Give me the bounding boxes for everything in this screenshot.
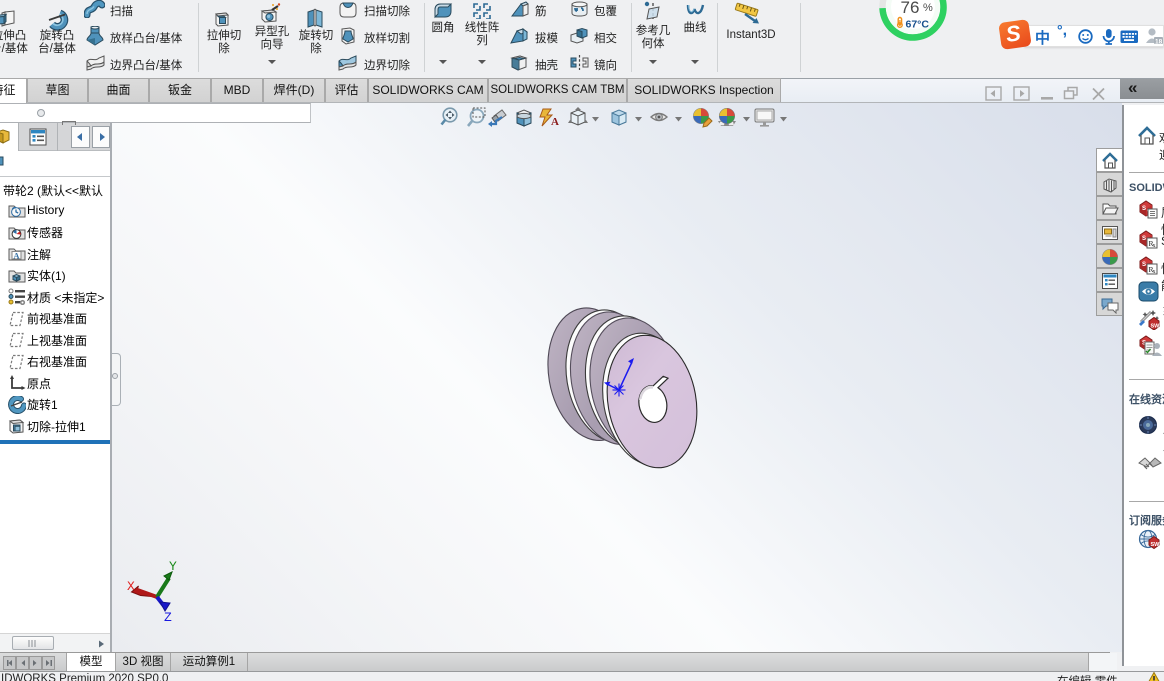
svg-text:%: % [923,2,933,14]
svg-text:Z: Z [164,610,172,625]
svg-text:A: A [551,116,559,128]
svg-text:76: 76 [901,0,920,17]
svg-text:x: x [1153,243,1156,249]
svg-text:S: S [1142,206,1146,212]
svg-text:67°C: 67°C [906,19,930,31]
svg-text:S: S [1142,236,1146,242]
svg-text:x: x [1153,269,1156,275]
svg-text:Y: Y [169,559,177,574]
svg-text:SW: SW [1151,542,1161,548]
svg-text:S: S [1142,262,1146,268]
svg-text:X: X [127,579,135,594]
svg-text:18: 18 [1155,39,1163,46]
svg-text:SW: SW [1151,324,1161,330]
svg-text:A: A [13,250,20,260]
